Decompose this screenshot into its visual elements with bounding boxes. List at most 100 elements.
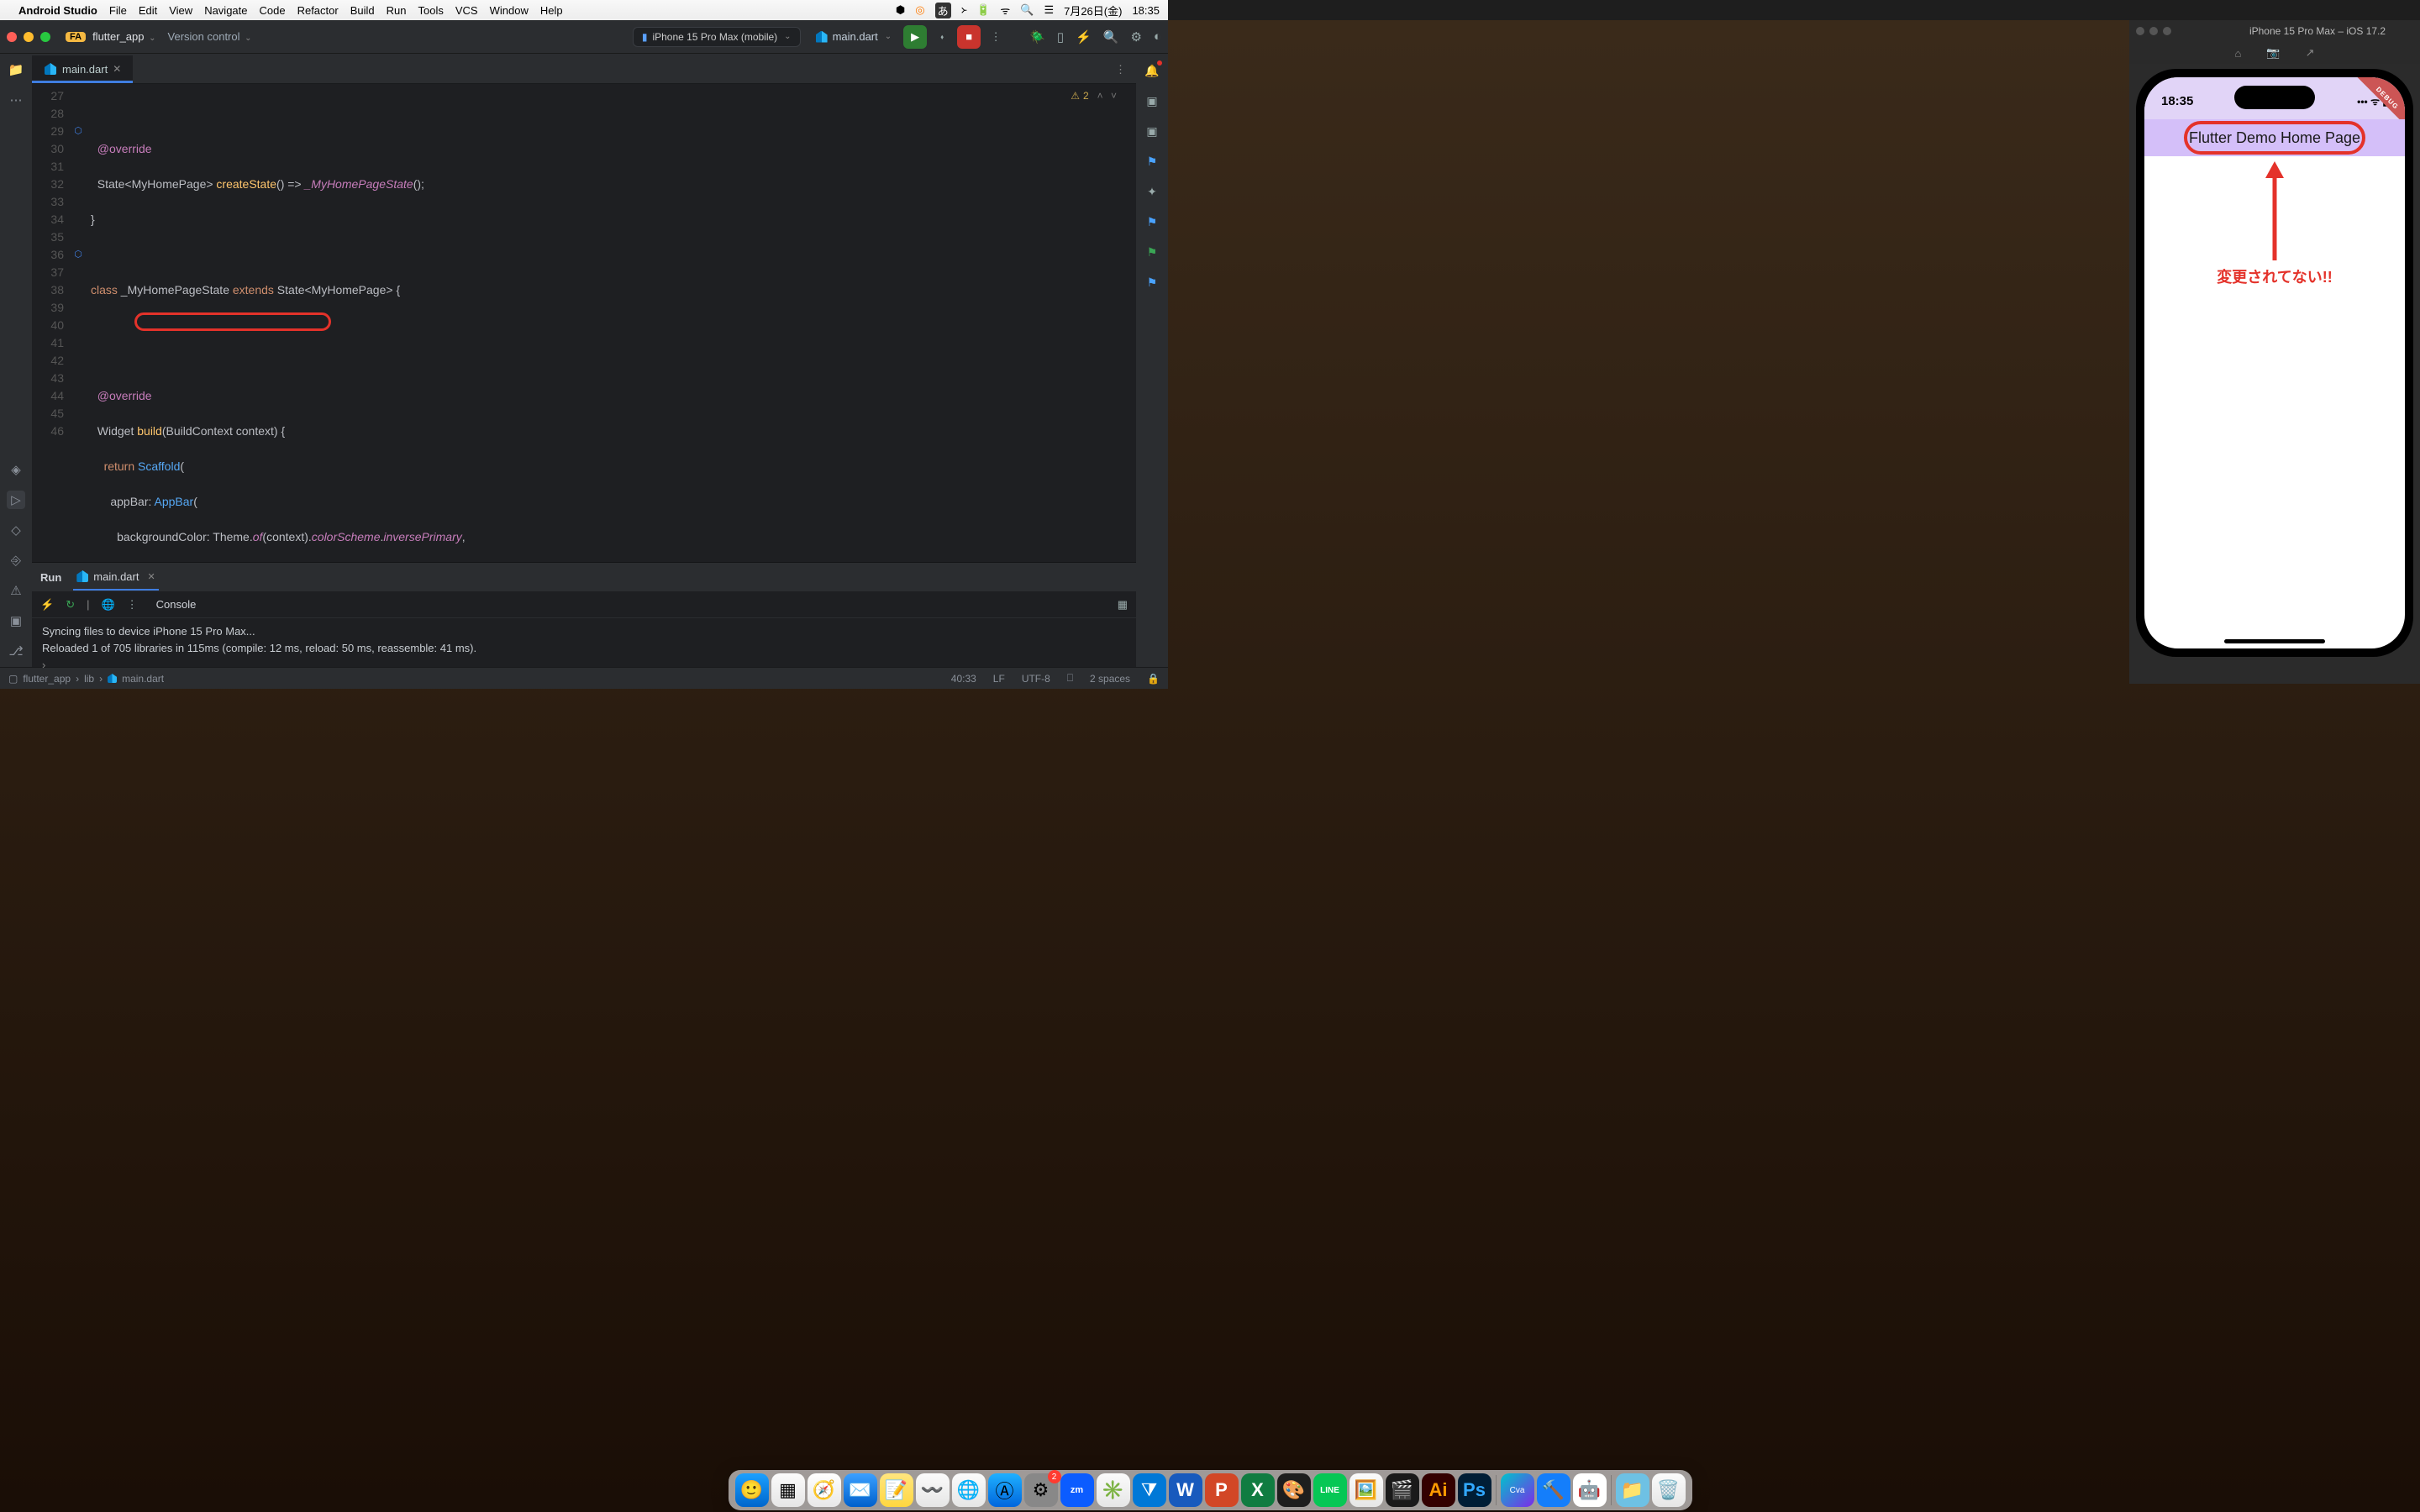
encoding[interactable]: UTF-8 (1022, 673, 1050, 685)
dock-word-icon[interactable]: W (1169, 1473, 1202, 1507)
menu-tools[interactable]: Tools (418, 4, 444, 17)
tray-screens-icon[interactable]: ◎ (915, 3, 924, 17)
dart-analysis-icon[interactable]: ▣ (1144, 92, 1160, 109)
menu-build[interactable]: Build (350, 4, 375, 17)
breadcrumb[interactable]: ▢ flutter_app› lib› main.dart (8, 673, 164, 685)
dock-chrome-icon[interactable]: 🌐 (952, 1473, 986, 1507)
tray-ime-icon[interactable]: あ (935, 3, 951, 18)
dock-freeform-icon[interactable]: 〰️ (916, 1473, 950, 1507)
flutter-perf-icon[interactable]: ⚑ (1144, 213, 1160, 230)
notifications-icon[interactable]: 🔔 (1144, 62, 1160, 79)
dock-preferences-icon[interactable]: ⚙2 (1024, 1473, 1058, 1507)
dock-fcpx-icon[interactable]: 🎬 (1386, 1473, 1419, 1507)
menu-help[interactable]: Help (540, 4, 563, 17)
tray-time[interactable]: 18:35 (1132, 4, 1160, 17)
menu-code[interactable]: Code (260, 4, 286, 17)
flutter-icon[interactable]: ⚑ (1144, 274, 1160, 291)
vcs-icon[interactable]: ⎇ (7, 642, 25, 660)
tray-control-center-icon[interactable]: ☰ (1044, 3, 1054, 17)
tray-search-icon[interactable]: 🔍 (1020, 3, 1034, 17)
structure-icon[interactable]: ◈ (7, 460, 25, 479)
device-mirror-icon[interactable]: ▯ (1057, 29, 1064, 45)
code-body[interactable]: @override State<MyHomePage> createState(… (87, 84, 1136, 562)
dock-excel-icon[interactable]: X (1241, 1473, 1275, 1507)
run-tool-icon[interactable]: ▷ (7, 491, 25, 509)
window-close-icon[interactable] (7, 32, 17, 42)
tray-bluetooth-icon[interactable]: ᚛ (961, 3, 967, 17)
window-zoom-icon[interactable] (40, 32, 50, 42)
line-ending[interactable]: LF (993, 673, 1005, 685)
flutter-inspector-icon[interactable]: ▣ (1144, 123, 1160, 139)
run-button[interactable]: ▶ (903, 25, 927, 49)
dock-appstore-icon[interactable]: Ⓐ (988, 1473, 1022, 1507)
tray-wifi-icon[interactable]: ᯤ (1000, 3, 1010, 18)
flutter-outline-icon[interactable]: ⚑ (1144, 153, 1160, 170)
close-icon[interactable]: ✕ (113, 63, 121, 75)
dock-mail-icon[interactable]: ✉️ (844, 1473, 877, 1507)
external-icon[interactable]: ↗ (2306, 46, 2315, 60)
ai-icon[interactable]: ✦ (1144, 183, 1160, 200)
dock-illustrator-icon[interactable]: Ai (1422, 1473, 1455, 1507)
dock-figma-icon[interactable]: 🎨 (1277, 1473, 1311, 1507)
dock-trash-icon[interactable]: 🗑️ (1652, 1473, 1686, 1507)
dock-slack-icon[interactable]: ✳️ (1097, 1473, 1130, 1507)
dock-canva-icon[interactable]: Cva (1501, 1473, 1534, 1507)
cursor-position[interactable]: 40:33 (951, 673, 976, 685)
menu-refactor[interactable]: Refactor (297, 4, 339, 17)
menu-window[interactable]: Window (490, 4, 529, 17)
dock-launchpad-icon[interactable]: ▦ (771, 1473, 805, 1507)
menu-run[interactable]: Run (387, 4, 407, 17)
device-selector[interactable]: ▮ iPhone 15 Pro Max (mobile) ⌄ (633, 27, 801, 47)
open-devtools-icon[interactable]: 🌐 (101, 598, 114, 612)
dock-powerpoint-icon[interactable]: P (1205, 1473, 1239, 1507)
dock-preview-icon[interactable]: 🖼️ (1349, 1473, 1383, 1507)
hot-restart-icon[interactable]: ↻ (66, 598, 75, 612)
project-tool-icon[interactable]: 📁 (7, 60, 25, 79)
more-icon[interactable]: ⋯ (7, 91, 25, 109)
code-editor[interactable]: ⚠2 ˄ ˅ 272829303132333435363738394041424… (32, 84, 1136, 562)
version-control-dropdown[interactable]: Version control ⌄ (168, 30, 252, 43)
tray-toolbox-icon[interactable]: ⬢ (896, 3, 905, 17)
dock-photoshop-icon[interactable]: Ps (1458, 1473, 1491, 1507)
project-dropdown[interactable]: flutter_app ⌄ (92, 30, 155, 43)
editor-tab-main[interactable]: main.dart ✕ (32, 55, 133, 83)
dock-downloads-icon[interactable]: 📁 (1616, 1473, 1649, 1507)
run-config-selector[interactable]: main.dart ⌄ (816, 30, 892, 43)
more-icon[interactable]: ⋮ (127, 598, 138, 612)
indent[interactable]: 2 spaces (1090, 673, 1130, 685)
stop-button[interactable]: ■ (957, 25, 981, 49)
menu-view[interactable]: View (169, 4, 192, 17)
dock-androidstudio-icon[interactable]: 🤖 (1573, 1473, 1607, 1507)
layout-icon[interactable]: ▦ (1118, 598, 1128, 612)
hot-reload-icon[interactable]: ⚡ (40, 598, 54, 612)
terminal-icon[interactable]: ▣ (7, 612, 25, 630)
search-icon[interactable]: 🔍 (1103, 29, 1119, 45)
dock-zoom-icon[interactable]: zm (1060, 1473, 1094, 1507)
flutter-devtools-icon[interactable]: ⚑ (1144, 244, 1160, 260)
settings-icon[interactable]: ⚙ (1130, 29, 1141, 45)
menu-file[interactable]: File (109, 4, 127, 17)
sim-window-controls[interactable] (2136, 27, 2171, 35)
profile-icon[interactable]: ◐ (1154, 29, 1161, 44)
run-tab-main[interactable]: main.dart ✕ (73, 564, 158, 591)
screenshot-icon[interactable]: 📷 (2266, 46, 2280, 60)
run-console-output[interactable]: Syncing files to device iPhone 15 Pro Ma… (32, 618, 1136, 667)
menu-edit[interactable]: Edit (139, 4, 157, 17)
menu-navigate[interactable]: Navigate (204, 4, 247, 17)
bug-icon[interactable]: 🪲 (1029, 29, 1045, 45)
dock-safari-icon[interactable]: 🧭 (808, 1473, 841, 1507)
override-glyph-icon[interactable]: ⬡ (69, 123, 87, 140)
dock-finder-icon[interactable]: 🙂 (735, 1473, 769, 1507)
tray-date[interactable]: 7月26日(金) (1064, 3, 1122, 18)
lightning-icon[interactable]: ⚡ (1076, 29, 1092, 45)
more-actions-button[interactable]: ⋮ (986, 27, 1006, 47)
tray-battery-icon[interactable]: 🔋 (976, 3, 990, 17)
readonly-icon[interactable]: ⎕ (1067, 672, 1073, 685)
services-icon[interactable]: ⎆ (7, 551, 25, 570)
lock-icon[interactable]: 🔒 (1147, 673, 1160, 685)
dock-notes-icon[interactable]: 📝 (880, 1473, 913, 1507)
bookmarks-icon[interactable]: ◇ (7, 521, 25, 539)
tab-overflow-menu[interactable]: ⋮ (1105, 56, 1136, 83)
menu-vcs[interactable]: VCS (455, 4, 478, 17)
problems-icon[interactable]: ⚠ (7, 581, 25, 600)
